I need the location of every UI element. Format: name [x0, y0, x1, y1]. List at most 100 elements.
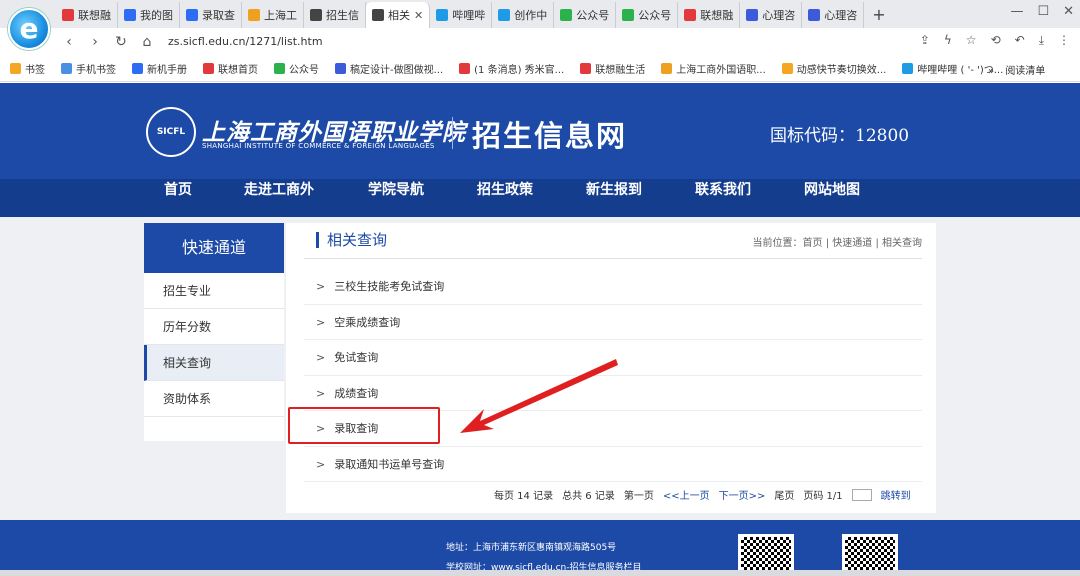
minimize-icon[interactable]: — — [1010, 4, 1023, 19]
maximize-icon[interactable]: ☐ — [1037, 4, 1049, 19]
bookmarks-bar: 书签 手机书签 新机手册 联想首页 公众号 稿定设计-做图做视... (1 条消息) 秀米官… — [0, 56, 1080, 82]
nav-item[interactable]: 联系我们 — [695, 179, 751, 217]
header-divider — [452, 117, 453, 149]
download-icon[interactable]: ⤓ — [1039, 33, 1044, 48]
bookmark-label: 稿定设计-做图做视... — [350, 61, 443, 76]
tab-label: 招生信 — [326, 7, 359, 23]
tab-label: 心理咨 — [762, 7, 795, 23]
chevron-right-icon: > — [316, 422, 325, 435]
bookmark-label: 手机书签 — [76, 61, 116, 76]
browser-tab[interactable]: 联想融 — [678, 2, 740, 28]
tab-label: 我的图 — [140, 7, 173, 23]
goto-page-button[interactable]: 跳转到 — [881, 487, 911, 502]
bookmark-label: 新机手册 — [147, 61, 187, 76]
query-list-item[interactable]: >空乘成绩查询 — [304, 305, 922, 341]
first-page-link[interactable]: 第一页 — [624, 487, 654, 502]
sidebar-item[interactable]: 资助体系 — [144, 381, 284, 417]
bookmark-item[interactable]: 联想融生活 — [580, 61, 645, 76]
bookmarks-more-button[interactable]: » — [988, 66, 994, 77]
browser-tab[interactable]: 相关✕ — [366, 2, 430, 28]
url-input[interactable]: zs.sicfl.edu.cn/1271/list.htm — [168, 32, 968, 52]
red-arrow-annotation — [450, 355, 620, 440]
bookmark-item[interactable]: 新机手册 — [132, 61, 187, 76]
tab-label: 录取查 — [202, 7, 235, 23]
new-tab-icon[interactable]: + — [864, 2, 893, 28]
bookmark-item[interactable]: 动感快节奏切换效... — [782, 61, 887, 76]
next-page-link[interactable]: 下一页>> — [719, 487, 766, 502]
sidebar-item[interactable]: 招生专业 — [144, 273, 284, 309]
bookmark-favicon-icon — [132, 63, 143, 74]
footer-address: 地址：上海市浦东新区惠南镇观海路505号 — [446, 540, 616, 553]
tab-favicon-icon — [310, 9, 322, 21]
close-icon[interactable]: ✕ — [1063, 4, 1074, 19]
sidebar-title: 快速通道 — [144, 223, 284, 273]
browser-tab[interactable]: 我的图 — [118, 2, 180, 28]
bookmark-item[interactable]: 书签 — [10, 61, 45, 76]
nav-item[interactable]: 网站地图 — [804, 179, 860, 217]
browser-tab[interactable]: 哔哩哔 — [430, 2, 492, 28]
query-link[interactable]: 空乘成绩查询 — [334, 316, 400, 329]
bookmark-favicon-icon — [661, 63, 672, 74]
chevron-right-icon: > — [316, 280, 325, 293]
bookmark-label: 联想融生活 — [595, 61, 645, 76]
browser-tab[interactable]: 招生信 — [304, 2, 366, 28]
nav-item[interactable]: 新生报到 — [586, 179, 642, 217]
tab-close-icon[interactable]: ✕ — [414, 9, 423, 22]
star-icon[interactable]: ☆ — [966, 33, 977, 48]
extensions-icon[interactable]: ⟲ — [991, 33, 1001, 48]
reload-icon[interactable]: ↻ — [112, 33, 130, 51]
nav-item[interactable]: 学院导航 — [368, 179, 424, 217]
prev-page-link[interactable]: <<上一页 — [663, 487, 710, 502]
browser-tab[interactable]: 心理咨 — [740, 2, 802, 28]
last-page-link[interactable]: 尾页 — [774, 487, 794, 502]
nav-item[interactable]: 招生政策 — [477, 179, 533, 217]
tab-list: 联想融我的图录取查上海工招生信相关✕哔哩哔创作中公众号公众号联想融心理咨心理咨+ — [56, 2, 894, 28]
sidebar-item[interactable]: 历年分数 — [144, 309, 284, 345]
bookmarks-extra: » 阅读清单 — [988, 62, 1045, 77]
query-list-item[interactable]: >录取通知书运单号查询 — [304, 447, 922, 483]
forward-icon[interactable]: › — [86, 33, 104, 51]
share-icon[interactable]: ⇪ — [920, 33, 930, 48]
query-link[interactable]: 录取通知书运单号查询 — [334, 458, 444, 471]
bolt-icon[interactable]: ϟ — [944, 33, 952, 48]
tab-favicon-icon — [62, 9, 74, 21]
browser-tab[interactable]: 心理咨 — [802, 2, 864, 28]
bookmark-item[interactable]: 手机书签 — [61, 61, 116, 76]
menu-icon[interactable]: ⋮ — [1058, 33, 1070, 48]
browser-tab[interactable]: 公众号 — [616, 2, 678, 28]
page-indicator: 页码 1/1 — [803, 487, 842, 502]
query-link[interactable]: 录取查询 — [334, 422, 378, 435]
nav-item[interactable]: 首页 — [164, 179, 192, 217]
tab-favicon-icon — [684, 9, 696, 21]
query-link[interactable]: 免试查询 — [334, 351, 378, 364]
tab-label: 上海工 — [264, 7, 297, 23]
sidebar-item[interactable]: 相关查询 — [144, 345, 284, 381]
bookmark-item[interactable]: 上海工商外国语职... — [661, 61, 766, 76]
address-bar-actions: ⇪ ϟ ☆ ⟲ ↶ ⤓ ⋮ — [920, 33, 1070, 48]
reading-list-button[interactable]: 阅读清单 — [1005, 66, 1045, 77]
breadcrumb: 当前位置：首页 | 快速通道 | 相关查询 — [753, 234, 922, 249]
nav-item[interactable]: 走进工商外 — [244, 179, 314, 217]
status-bar — [0, 570, 1080, 576]
browser-tab[interactable]: 创作中 — [492, 2, 554, 28]
page-number-input[interactable] — [852, 489, 872, 501]
browser-tab[interactable]: 上海工 — [242, 2, 304, 28]
browser-tab[interactable]: 公众号 — [554, 2, 616, 28]
pagination: 每页 14 记录 总共 6 记录 第一页 <<上一页 下一页>> 尾页 页码 1… — [494, 487, 911, 502]
home-icon[interactable]: ⌂ — [138, 33, 156, 51]
undo-icon[interactable]: ↶ — [1015, 33, 1025, 48]
back-icon[interactable]: ‹ — [60, 33, 78, 51]
browser-tab[interactable]: 录取查 — [180, 2, 242, 28]
bookmark-item[interactable]: (1 条消息) 秀米官... — [459, 61, 564, 76]
bookmark-item[interactable]: 稿定设计-做图做视... — [335, 61, 443, 76]
chevron-right-icon: > — [316, 351, 325, 364]
tab-favicon-icon — [124, 9, 136, 21]
tab-label: 创作中 — [514, 7, 547, 23]
bookmark-item[interactable]: 公众号 — [274, 61, 319, 76]
bookmark-label: (1 条消息) 秀米官... — [474, 61, 564, 76]
query-link[interactable]: 成绩查询 — [334, 387, 378, 400]
browser-tab[interactable]: 联想融 — [56, 2, 118, 28]
query-list-item[interactable]: > 三校生技能考免试查询 — [304, 269, 922, 305]
query-link[interactable]: 三校生技能考免试查询 — [334, 280, 444, 293]
bookmark-item[interactable]: 联想首页 — [203, 61, 258, 76]
